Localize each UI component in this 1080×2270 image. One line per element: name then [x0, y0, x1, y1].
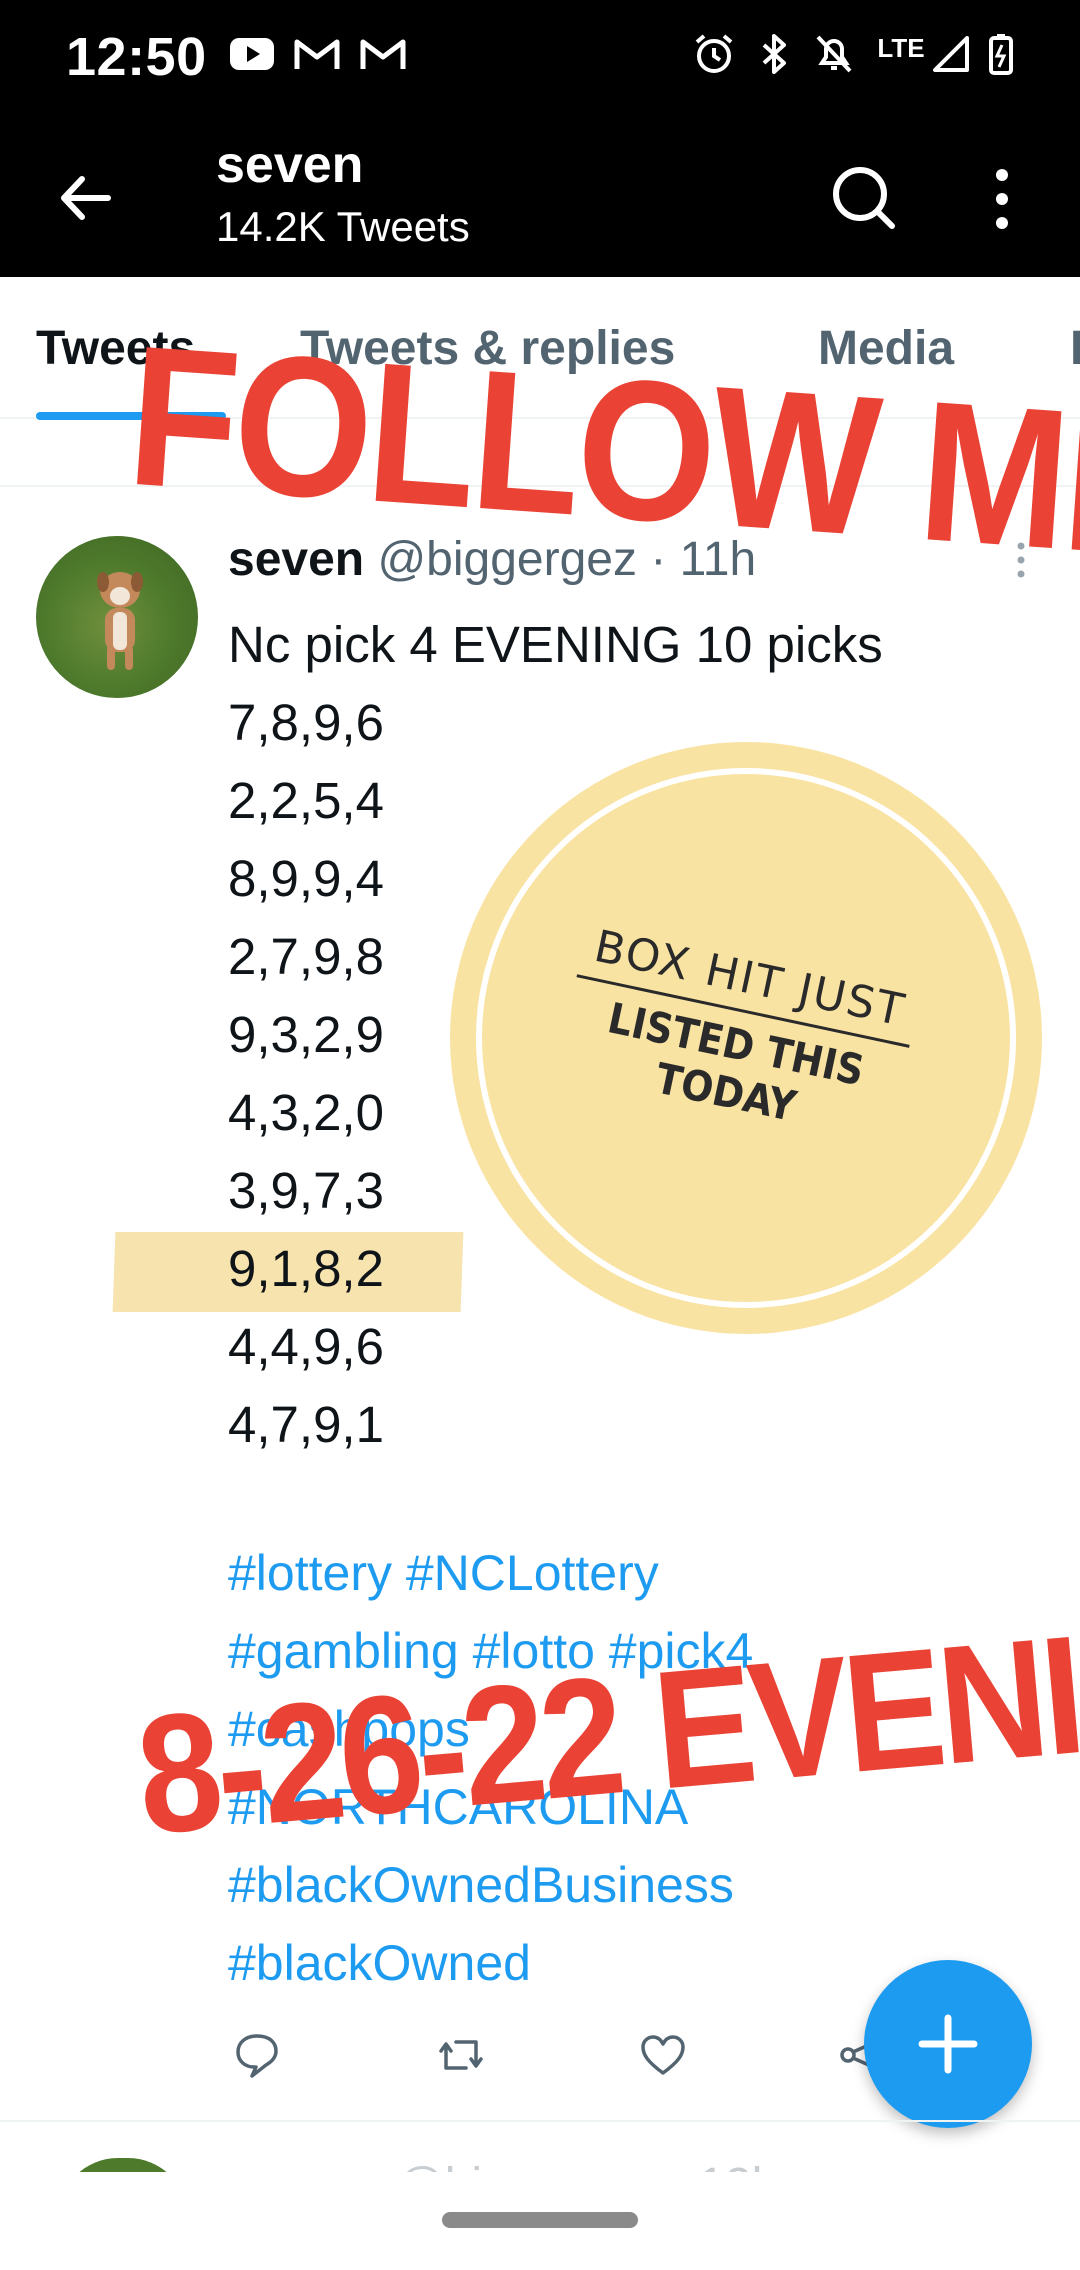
status-time: 12:50: [66, 27, 207, 87]
profile-header: seven 14.2K Tweets: [0, 115, 1080, 277]
dog-photo: [97, 572, 143, 670]
plus-icon: [918, 2014, 978, 2074]
bluetooth-icon: [756, 34, 792, 74]
box-hit-sticker: BOX HIT JUST LISTED THIS TODAY: [450, 742, 1042, 1334]
more-options-icon[interactable]: [984, 161, 1020, 237]
hashtag-line[interactable]: #lottery #NCLottery: [228, 1534, 753, 1612]
like-heart-icon[interactable]: [638, 2030, 688, 2080]
tweet-text: Nc pick 4 EVENING 10 picks: [228, 616, 883, 673]
reply-icon[interactable]: [232, 2030, 282, 2080]
back-arrow-icon[interactable]: [52, 163, 122, 233]
status-bar: 12:50 LTE: [0, 0, 1080, 115]
tweet-count: 14.2K Tweets: [216, 203, 470, 250]
gmail-icon: [292, 34, 342, 74]
signal-icon: [930, 34, 972, 74]
pick-line: 4,7,9,1: [228, 1396, 384, 1453]
mute-notifications-icon: [812, 34, 856, 74]
home-gesture-bar[interactable]: [442, 2212, 638, 2228]
battery-icon: [986, 34, 1016, 75]
compose-tweet-button[interactable]: [864, 1960, 1032, 2128]
search-icon[interactable]: [826, 160, 902, 236]
network-type: LTE: [877, 32, 925, 63]
divider: [0, 2120, 1080, 2122]
hashtag-line[interactable]: #blackOwned: [228, 1924, 753, 2002]
youtube-icon: [228, 34, 276, 74]
gmail-icon: [358, 34, 408, 74]
profile-name-title: seven: [216, 136, 364, 194]
avatar[interactable]: [36, 536, 198, 698]
retweet-icon[interactable]: [436, 2030, 486, 2080]
alarm-icon: [692, 34, 736, 74]
